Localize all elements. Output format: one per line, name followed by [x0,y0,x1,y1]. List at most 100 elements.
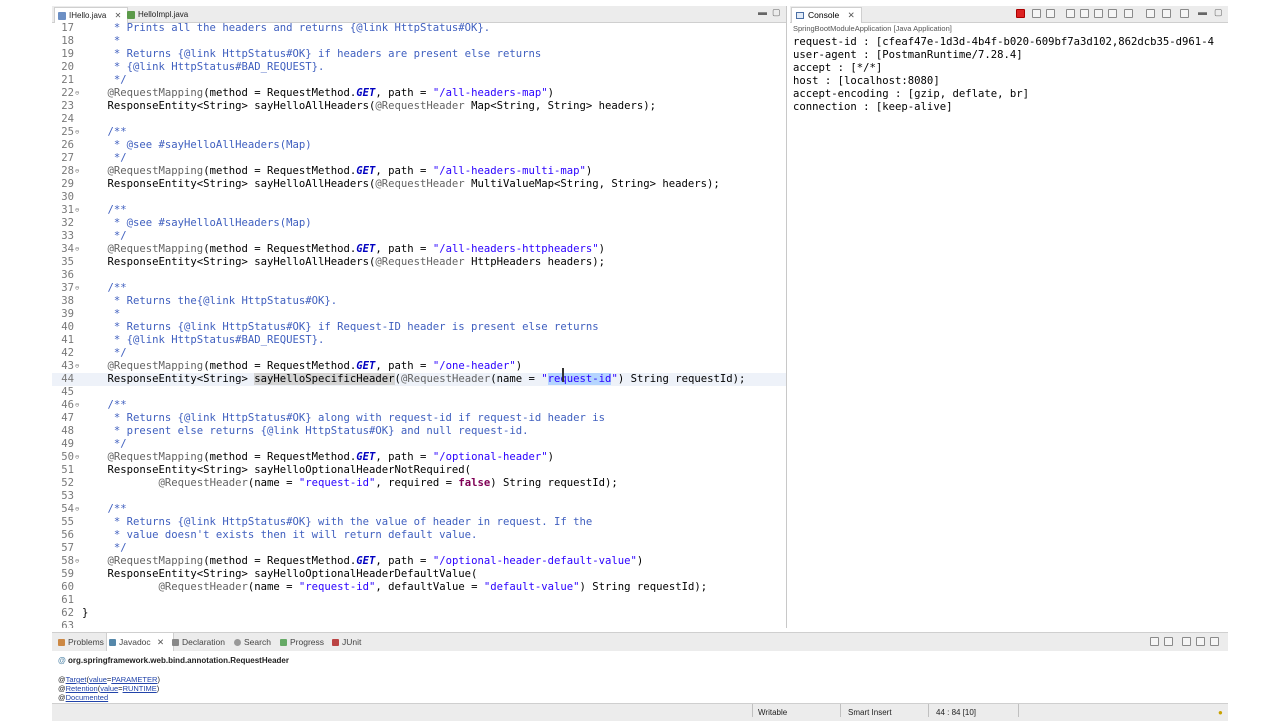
open-console-icon[interactable] [1162,9,1171,18]
tab-ihello-java[interactable]: IHello.java ✕ [54,7,129,23]
code-text[interactable]: */ [82,347,127,360]
code-line[interactable]: 32 * @see #sayHelloAllHeaders(Map) [52,217,786,230]
code-line[interactable]: 19 * Returns {@link HttpStatus#OK} if he… [52,48,786,61]
back-icon[interactable] [1150,637,1159,646]
close-icon[interactable]: ✕ [157,637,164,647]
code-line[interactable]: 25 ⊖ /** [52,126,786,139]
code-text[interactable]: @RequestMapping(method = RequestMethod.G… [82,451,555,464]
code-line[interactable]: 44 ResponseEntity<String> sayHelloSpecif… [52,373,786,386]
code-text[interactable]: ResponseEntity<String> sayHelloSpecificH… [82,373,745,386]
tab-junit[interactable]: JUnit [330,633,361,651]
code-text[interactable]: /** [82,282,127,295]
open-declaration-icon[interactable] [1210,637,1219,646]
javadoc-link[interactable]: PARAMETER [111,675,157,684]
javadoc-view[interactable]: @ org.springframework.web.bind.annotatio… [52,651,1228,703]
show-on-output-icon[interactable] [1108,9,1117,18]
terminate-icon[interactable] [1016,9,1025,18]
fold-toggle-icon[interactable]: ⊖ [75,204,79,217]
code-line[interactable]: 21 */ [52,74,786,87]
code-line[interactable]: 41 * {@link HttpStatus#BAD_REQUEST}. [52,334,786,347]
code-text[interactable]: * value doesn't exists then it will retu… [82,529,478,542]
tab-javadoc[interactable]: Javadoc ✕ [106,633,174,651]
code-line[interactable]: 52 @RequestHeader(name = "request-id", r… [52,477,786,490]
code-line[interactable]: 38 * Returns the{@link HttpStatus#OK}. [52,295,786,308]
code-line[interactable]: 37 ⊖ /** [52,282,786,295]
code-text[interactable]: */ [82,542,127,555]
maximize-icon[interactable]: ▢ [1214,7,1223,18]
remove-all-icon[interactable] [1046,9,1055,18]
remove-launch-icon[interactable] [1032,9,1041,18]
code-text[interactable]: ResponseEntity<String> sayHelloAllHeader… [82,178,720,191]
fold-toggle-icon[interactable]: ⊖ [75,282,79,295]
new-console-icon[interactable] [1180,9,1189,18]
code-line[interactable]: 27 */ [52,152,786,165]
code-line[interactable]: 58 ⊖ @RequestMapping(method = RequestMeth… [52,555,786,568]
code-text[interactable]: */ [82,152,127,165]
code-text[interactable]: * Returns {@link HttpStatus#OK} if heade… [82,48,541,61]
code-line[interactable]: 29 ResponseEntity<String> sayHelloAllHea… [52,178,786,191]
code-text[interactable]: @RequestMapping(method = RequestMethod.G… [82,360,523,373]
code-text[interactable]: ResponseEntity<String> sayHelloOptionalH… [82,464,472,477]
code-line[interactable]: 63 [52,620,786,628]
open-attached-javadoc-icon[interactable] [1196,637,1205,646]
scroll-lock-icon[interactable] [1080,9,1089,18]
code-line[interactable]: 24 [52,113,786,126]
tab-console[interactable]: Console ✕ [791,7,862,23]
fold-toggle-icon[interactable]: ⊖ [75,87,79,100]
code-text[interactable]: * Returns {@link HttpStatus#OK} if Reque… [82,321,599,334]
code-line[interactable]: 23 ResponseEntity<String> sayHelloAllHea… [52,100,786,113]
code-line[interactable]: 46 ⊖ /** [52,399,786,412]
code-line[interactable]: 62} [52,607,786,620]
code-line[interactable]: 45 [52,386,786,399]
code-text[interactable]: /** [82,399,127,412]
tab-search[interactable]: Search [232,633,271,651]
close-icon[interactable]: ✕ [848,10,855,20]
javadoc-link[interactable]: Retention [66,684,98,693]
code-text[interactable]: @RequestHeader(name = "request-id", requ… [82,477,618,490]
code-line[interactable]: 33 */ [52,230,786,243]
fold-toggle-icon[interactable]: ⊖ [75,451,79,464]
console-view[interactable]: Console ✕ ▬ ▢ SpringBootModuleApplicatio… [790,6,1228,628]
word-wrap-icon[interactable] [1094,9,1103,18]
javadoc-link[interactable]: Documented [66,693,109,702]
code-line[interactable]: 26 * @see #sayHelloAllHeaders(Map) [52,139,786,152]
code-line[interactable]: 48 * present else returns {@link HttpSta… [52,425,786,438]
minimize-icon[interactable]: ▬ [1198,7,1207,17]
code-line[interactable]: 22 ⊖ @RequestMapping(method = RequestMeth… [52,87,786,100]
forward-icon[interactable] [1164,637,1173,646]
code-text[interactable]: /** [82,204,127,217]
code-text[interactable]: * {@link HttpStatus#BAD_REQUEST}. [82,61,325,74]
javadoc-link[interactable]: RUNTIME [123,684,157,693]
code-text[interactable]: } [82,607,88,620]
fold-toggle-icon[interactable]: ⊖ [75,555,79,568]
code-line[interactable]: 57 */ [52,542,786,555]
code-text[interactable]: */ [82,230,127,243]
display-console-icon[interactable] [1146,9,1155,18]
code-line[interactable]: 56 * value doesn't exists then it will r… [52,529,786,542]
code-text[interactable]: /** [82,126,127,139]
code-text[interactable]: * [82,35,120,48]
code-text[interactable]: ResponseEntity<String> sayHelloOptionalH… [82,568,478,581]
tab-problems[interactable]: Problems [56,633,104,651]
fold-toggle-icon[interactable]: ⊖ [75,399,79,412]
code-line[interactable]: 35 ResponseEntity<String> sayHelloAllHea… [52,256,786,269]
code-text[interactable]: * Returns {@link HttpStatus#OK} along wi… [82,412,605,425]
pin-console-icon[interactable] [1124,9,1133,18]
code-line[interactable]: 36 [52,269,786,282]
code-line[interactable]: 39 * [52,308,786,321]
code-line[interactable]: 43 ⊖ @RequestMapping(method = RequestMeth… [52,360,786,373]
code-line[interactable]: 47 * Returns {@link HttpStatus#OK} along… [52,412,786,425]
javadoc-link[interactable]: Target [66,675,87,684]
code-line[interactable]: 34 ⊖ @RequestMapping(method = RequestMeth… [52,243,786,256]
code-text[interactable]: * @see #sayHelloAllHeaders(Map) [82,217,312,230]
code-text[interactable]: * Prints all the headers and returns {@l… [82,22,490,35]
tab-progress[interactable]: Progress [278,633,324,651]
code-text[interactable]: * present else returns {@link HttpStatus… [82,425,529,438]
fold-toggle-icon[interactable]: ⊖ [75,126,79,139]
code-line[interactable]: 54 ⊖ /** [52,503,786,516]
code-text[interactable]: /** [82,503,127,516]
code-line[interactable]: 50 ⊖ @RequestMapping(method = RequestMeth… [52,451,786,464]
javadoc-link[interactable]: value [89,675,107,684]
clear-console-icon[interactable] [1066,9,1075,18]
fold-toggle-icon[interactable]: ⊖ [75,165,79,178]
